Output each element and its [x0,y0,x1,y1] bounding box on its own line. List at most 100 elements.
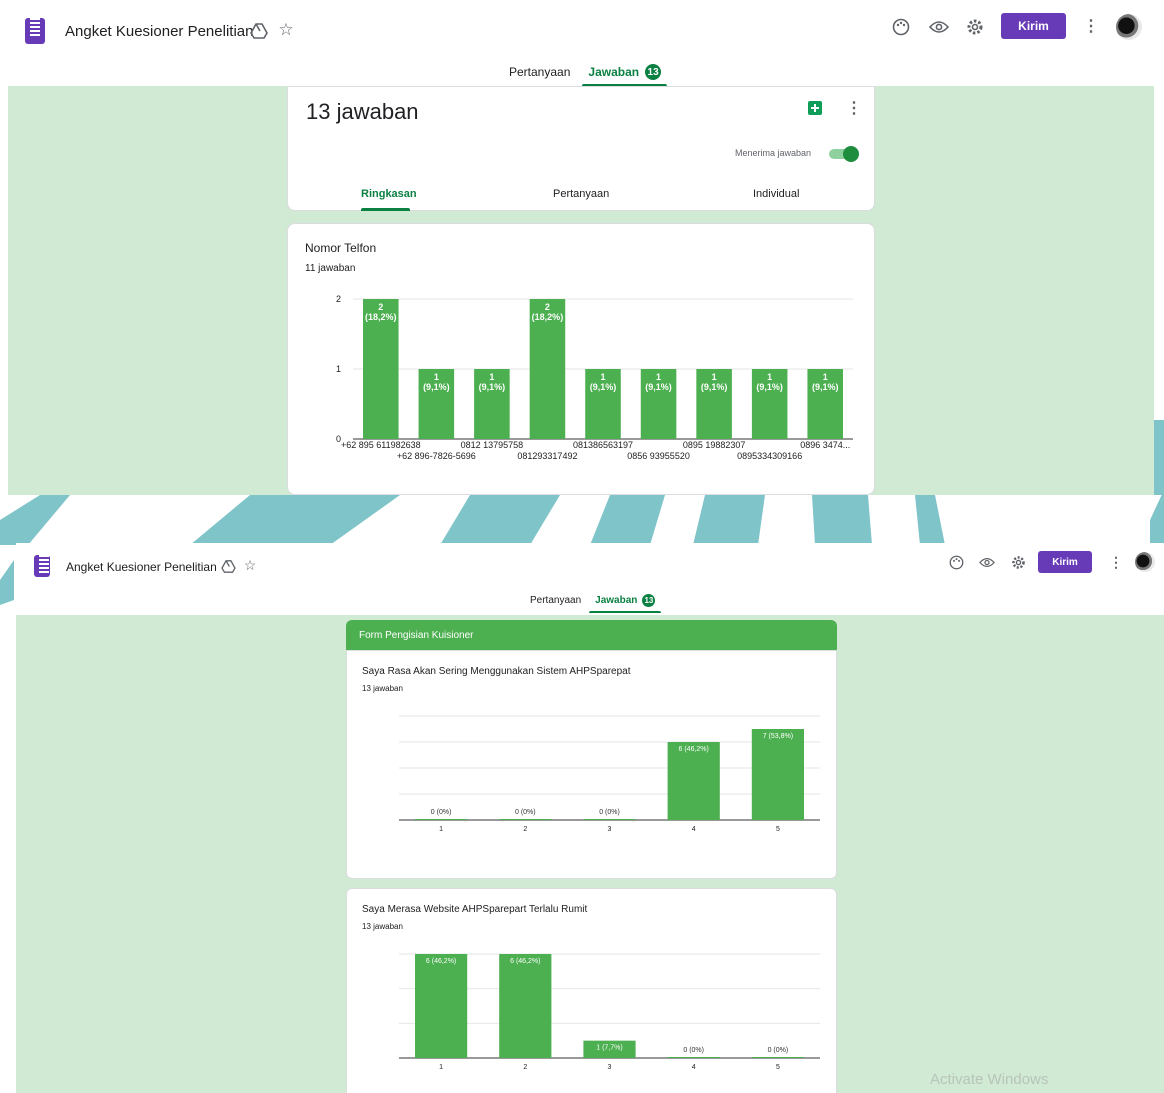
question-title: Saya Rasa Akan Sering Menggunakan Sistem… [362,666,631,677]
account-avatar[interactable] [1135,552,1155,572]
settings-gear-icon[interactable] [1010,554,1026,570]
screenshot-root: Angket Kuesioner Penelitian ☆ Kirim ⋮ Pe… [0,0,1164,1093]
data-label: 0 (0%) [431,809,452,816]
question-card-use-often: Saya Rasa Akan Sering Menggunakan Sistem… [346,650,837,879]
data-label: 1 (7,7%) [596,1045,622,1052]
bar [667,742,720,820]
star-icon[interactable]: ☆ [243,557,257,573]
responses-summary-card: 13 jawaban ⋮ Menerima jawaban Ringkasan … [287,86,875,211]
x-tick-label: 081293317492 [517,451,577,461]
data-label: 2 [378,302,383,312]
settings-gear-icon[interactable] [965,17,985,37]
tab-questions[interactable]: Pertanyaan [530,595,581,606]
x-tick-label: 0895 19882307 [683,440,746,450]
tab-responses-label: Jawaban [588,65,640,79]
tab-responses[interactable]: Jawaban 13 [589,594,662,613]
response-count-badge: 13 [642,594,656,607]
section-title: Form Pengisian Kuisioner [359,630,474,641]
star-icon[interactable]: ☆ [277,20,295,39]
data-label: (9,1%) [590,382,617,392]
x-tick-label: 1 [439,1064,443,1071]
x-tick-label: 5 [776,826,780,833]
subtab-active-indicator [361,208,410,211]
account-avatar[interactable] [1116,14,1142,40]
x-tick-label: 3 [608,826,612,833]
bar [414,954,468,1058]
y-tick-label: 1 [336,364,341,374]
data-label: 2 [545,302,550,312]
x-tick-label: 2 [523,826,527,833]
palette-icon[interactable] [891,17,911,37]
bar [583,819,636,820]
tab-questions-label: Pertanyaan [509,65,571,79]
accepting-responses-toggle[interactable] [829,146,859,162]
x-tick-label: 3 [608,1064,612,1071]
bar [499,954,552,1058]
question-card-phone: Nomor Telfon 11 jawaban 0 1 2 2 (18,2%) +62 8… [287,223,875,495]
palette-icon[interactable] [948,554,964,570]
data-label: 6 (46,2%) [510,958,540,965]
send-button[interactable]: Kirim [1001,13,1066,39]
bar [414,819,468,820]
activate-windows-watermark: Activate Windows [930,1071,1049,1088]
form-title[interactable]: Angket Kuesioner Penelitian [65,23,253,40]
bar [751,729,805,820]
question-response-count: 13 jawaban [362,684,403,693]
data-label: 6 (46,2%) [426,958,456,965]
data-label: 6 (46,2%) [679,746,709,753]
x-tick-label: 5 [776,1064,780,1071]
x-tick-label: 0895334309166 [737,451,802,461]
data-label: 1 [489,372,494,382]
preview-eye-icon[interactable] [929,17,949,37]
data-label: 7 (53,8%) [763,733,793,740]
bar [667,1057,720,1058]
more-vert-icon[interactable]: ⋮ [1083,16,1099,36]
bar-chart-use-often: 024680 (0%)10 (0%)20 (0%)36 (46,2%)47 (5… [387,714,820,833]
question-title: Saya Merasa Website AHPSparepart Terlalu… [362,904,588,915]
data-label: 0 (0%) [683,1047,704,1054]
response-count-heading: 13 jawaban [306,99,419,124]
bar [499,819,552,820]
x-tick-label: 0896 3474... [800,440,850,450]
y-tick-label: 2 [336,294,341,304]
question-response-count: 11 jawaban [305,263,356,274]
data-label: (18,2%) [365,312,397,322]
x-tick-label: +62 896-7826-5696 [397,451,476,461]
card-more-icon[interactable]: ⋮ [846,98,862,118]
active-tab-indicator [589,611,662,613]
subtab-summary[interactable]: Ringkasan [361,188,417,200]
subtab-questions[interactable]: Pertanyaan [553,188,609,200]
preview-eye-icon[interactable] [979,555,995,569]
x-tick-label: +62 895 611982638 [341,440,421,450]
data-label: (9,1%) [812,382,839,392]
bar-chart-phone: 0122(18,2%)+62 895 6119826381(9,1%)+62 8… [336,294,853,461]
data-label: 0 (0%) [515,809,536,816]
tab-responses[interactable]: Jawaban 13 [582,64,668,87]
data-label: 0 (0%) [768,1047,789,1054]
data-label: 1 [600,372,605,382]
send-button[interactable]: Kirim [1038,551,1092,573]
data-label: 0 (0%) [599,809,620,816]
x-tick-label: 0856 93955520 [627,451,690,461]
bar [751,1057,805,1058]
bottom-main-tabs: Pertanyaan Jawaban 13 [530,594,662,613]
question-card-too-complex: Saya Merasa Website AHPSparepart Terlalu… [346,888,837,1093]
forms-icon[interactable] [25,18,45,44]
response-count-badge: 13 [645,64,662,80]
top-main-tabs: Pertanyaan Jawaban 13 [509,64,668,87]
tab-questions[interactable]: Pertanyaan [509,65,570,79]
data-label: 1 [434,372,439,382]
bottom-screenshot: Angket Kuesioner Penelitian ☆ Kirim ⋮ Pe… [16,543,1164,1093]
data-label: 1 [767,372,772,382]
subtab-individual[interactable]: Individual [753,188,799,200]
sheets-link-icon[interactable] [808,101,822,115]
x-tick-label: 2 [523,1064,527,1071]
form-title[interactable]: Angket Kuesioner Penelitian [66,560,217,574]
forms-icon[interactable] [34,555,50,577]
data-label: (9,1%) [756,382,783,392]
more-vert-icon[interactable]: ⋮ [1109,553,1123,571]
tab-responses-label: Jawaban [595,595,638,606]
tab-questions-label: Pertanyaan [530,595,582,606]
move-to-drive-icon[interactable] [249,22,269,40]
move-to-drive-icon[interactable] [220,559,236,573]
